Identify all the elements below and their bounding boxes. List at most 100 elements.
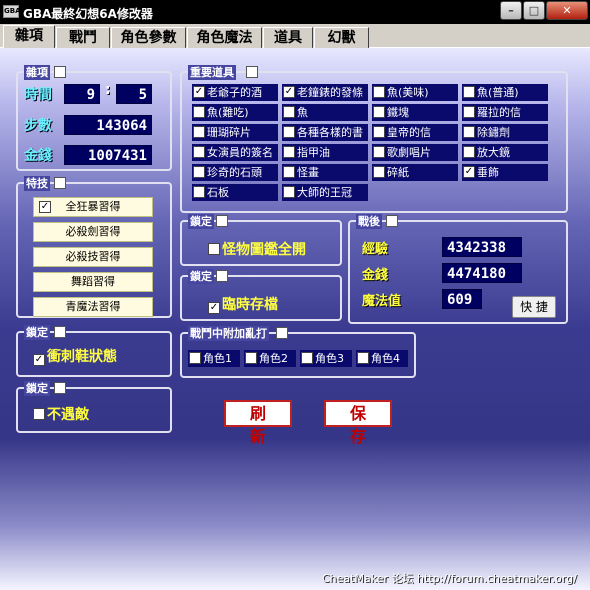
skill-blitz-button[interactable]: 必殺技習得 bbox=[33, 247, 153, 267]
skills-lock-checkbox[interactable] bbox=[54, 177, 66, 189]
maximize-button[interactable]: □ bbox=[523, 1, 545, 20]
key-item-checkbox[interactable] bbox=[373, 86, 385, 98]
char2-checkbox[interactable] bbox=[245, 352, 257, 364]
lock-boots-lock-checkbox[interactable] bbox=[54, 326, 66, 338]
lock-save-lock-checkbox[interactable] bbox=[216, 270, 228, 282]
bestiary-checkbox[interactable] bbox=[208, 243, 220, 255]
key-item-checkbox[interactable] bbox=[283, 166, 295, 178]
tab-misc[interactable]: 雜項 bbox=[3, 25, 55, 49]
key-item-checkbox[interactable] bbox=[193, 146, 205, 158]
key-item[interactable]: ✓ 老鐘錶的發條 bbox=[282, 84, 368, 101]
key-item[interactable]: 怪畫 bbox=[282, 164, 368, 181]
sprint-shoes-option[interactable]: ✓ 衝刺鞋狀態 bbox=[33, 346, 117, 366]
refresh-button[interactable]: 刷 新 bbox=[224, 400, 292, 446]
time-hours-input[interactable]: 9 bbox=[64, 84, 100, 104]
mp-input[interactable]: 609 bbox=[442, 289, 482, 309]
char4-checkbox[interactable] bbox=[357, 352, 369, 364]
key-items-lock-checkbox[interactable] bbox=[246, 66, 258, 78]
lock-noenc-lock-checkbox[interactable] bbox=[54, 382, 66, 394]
tab-items[interactable]: 道具 bbox=[263, 27, 313, 48]
temp-save-option[interactable]: ✓ 臨時存檔 bbox=[208, 294, 278, 314]
bestiary-option[interactable]: 怪物圖鑑全開 bbox=[208, 239, 306, 259]
skill-dance-button[interactable]: 舞蹈習得 bbox=[33, 272, 153, 292]
key-item[interactable]: 大師的王冠 bbox=[282, 184, 368, 201]
key-item[interactable]: 放大鏡 bbox=[462, 144, 548, 161]
char1-checkbox[interactable] bbox=[189, 352, 201, 364]
lock-monster-lock-checkbox[interactable] bbox=[216, 215, 228, 227]
key-item-checkbox[interactable] bbox=[193, 106, 205, 118]
char3-option[interactable]: 角色3 bbox=[300, 350, 352, 367]
char2-option[interactable]: 角色2 bbox=[244, 350, 296, 367]
no-encounter-option[interactable]: 不遇敵 bbox=[33, 404, 89, 424]
key-item-checkbox[interactable] bbox=[193, 186, 205, 198]
char1-option[interactable]: 角色1 bbox=[188, 350, 240, 367]
key-item[interactable]: 女演員的簽名 bbox=[192, 144, 278, 161]
temp-save-checkbox[interactable]: ✓ bbox=[208, 302, 220, 314]
minimize-button[interactable]: – bbox=[500, 1, 522, 20]
time-minutes-input[interactable]: 5 bbox=[116, 84, 152, 104]
key-item-checkbox[interactable] bbox=[373, 166, 385, 178]
key-item-checkbox[interactable]: ✓ bbox=[463, 166, 475, 178]
key-item[interactable]: 魚(難吃) bbox=[192, 104, 278, 121]
steps-input[interactable]: 143064 bbox=[64, 115, 152, 135]
footer-link[interactable]: CheatMaker 论坛 http://forum.cheatmaker.or… bbox=[322, 570, 577, 586]
key-item-checkbox[interactable] bbox=[193, 126, 205, 138]
key-item[interactable]: 除鏽劑 bbox=[462, 124, 548, 141]
save-button[interactable]: 保 存 bbox=[324, 400, 392, 446]
gold-input[interactable]: 1007431 bbox=[64, 145, 152, 165]
no-encounter-checkbox[interactable] bbox=[33, 408, 45, 420]
misc-lock-checkbox[interactable] bbox=[54, 66, 66, 78]
key-item[interactable]: 珊瑚碎片 bbox=[192, 124, 278, 141]
key-item[interactable]: 鐵塊 bbox=[372, 104, 458, 121]
post-battle-lock-checkbox[interactable] bbox=[386, 215, 398, 227]
key-item-checkbox[interactable] bbox=[463, 106, 475, 118]
key-item-checkbox[interactable] bbox=[283, 106, 295, 118]
key-item[interactable]: 石板 bbox=[192, 184, 278, 201]
char3-checkbox[interactable] bbox=[301, 352, 313, 364]
skill-lore-button[interactable]: 青魔法習得 bbox=[33, 297, 153, 317]
key-item-label: 歌劇唱片 bbox=[387, 146, 431, 159]
key-item[interactable]: 魚 bbox=[282, 104, 368, 121]
key-item-checkbox[interactable]: ✓ bbox=[193, 86, 205, 98]
key-item[interactable]: 魚(普通) bbox=[462, 84, 548, 101]
lock-monster-legend: 鎖定 bbox=[188, 214, 214, 229]
battle-addon-lock-checkbox[interactable] bbox=[276, 327, 288, 339]
key-item[interactable]: ✓ 垂飾 bbox=[462, 164, 548, 181]
key-item[interactable]: 魚(美味) bbox=[372, 84, 458, 101]
key-item[interactable]: 指甲油 bbox=[282, 144, 368, 161]
char4-option[interactable]: 角色4 bbox=[356, 350, 408, 367]
tab-battle[interactable]: 戰鬥 bbox=[56, 27, 110, 48]
time-label: 時間 bbox=[24, 87, 52, 103]
sprint-shoes-checkbox[interactable]: ✓ bbox=[33, 354, 45, 366]
skill-berserk-checkbox[interactable]: ✓ bbox=[39, 201, 51, 213]
key-item[interactable]: 皇帝的信 bbox=[372, 124, 458, 141]
title-bar: GBA GBA最終幻想6A修改器 – □ ✕ bbox=[0, 0, 590, 24]
tab-espers[interactable]: 幻獸 bbox=[314, 27, 369, 48]
exp-input[interactable]: 4342338 bbox=[442, 237, 522, 257]
skill-sword-button[interactable]: 必殺劍習得 bbox=[33, 222, 153, 242]
key-item-checkbox[interactable] bbox=[463, 126, 475, 138]
close-button[interactable]: ✕ bbox=[546, 1, 588, 20]
quick-button[interactable]: 快 捷 bbox=[512, 296, 556, 318]
key-item[interactable]: 羅拉的信 bbox=[462, 104, 548, 121]
key-item-checkbox[interactable] bbox=[193, 166, 205, 178]
key-item-checkbox[interactable] bbox=[373, 146, 385, 158]
skill-berserk-button[interactable]: ✓ 全狂暴習得 bbox=[33, 197, 153, 217]
post-gold-input[interactable]: 4474180 bbox=[442, 263, 522, 283]
key-item-checkbox[interactable]: ✓ bbox=[283, 86, 295, 98]
tab-char-magic[interactable]: 角色魔法 bbox=[187, 27, 262, 48]
key-item-checkbox[interactable] bbox=[283, 126, 295, 138]
key-item[interactable]: ✓ 老爺子的酒 bbox=[192, 84, 278, 101]
key-item[interactable]: 碎紙 bbox=[372, 164, 458, 181]
key-item-checkbox[interactable] bbox=[373, 106, 385, 118]
key-item-checkbox[interactable] bbox=[283, 186, 295, 198]
key-item-checkbox[interactable] bbox=[463, 86, 475, 98]
mp-label: 魔法值 bbox=[362, 294, 402, 309]
key-item-checkbox[interactable] bbox=[463, 146, 475, 158]
key-item[interactable]: 珍奇的石頭 bbox=[192, 164, 278, 181]
key-item-checkbox[interactable] bbox=[373, 126, 385, 138]
key-item[interactable]: 各種各樣的書 bbox=[282, 124, 368, 141]
key-item-checkbox[interactable] bbox=[283, 146, 295, 158]
tab-char-params[interactable]: 角色參數 bbox=[111, 27, 186, 48]
key-item[interactable]: 歌劇唱片 bbox=[372, 144, 458, 161]
